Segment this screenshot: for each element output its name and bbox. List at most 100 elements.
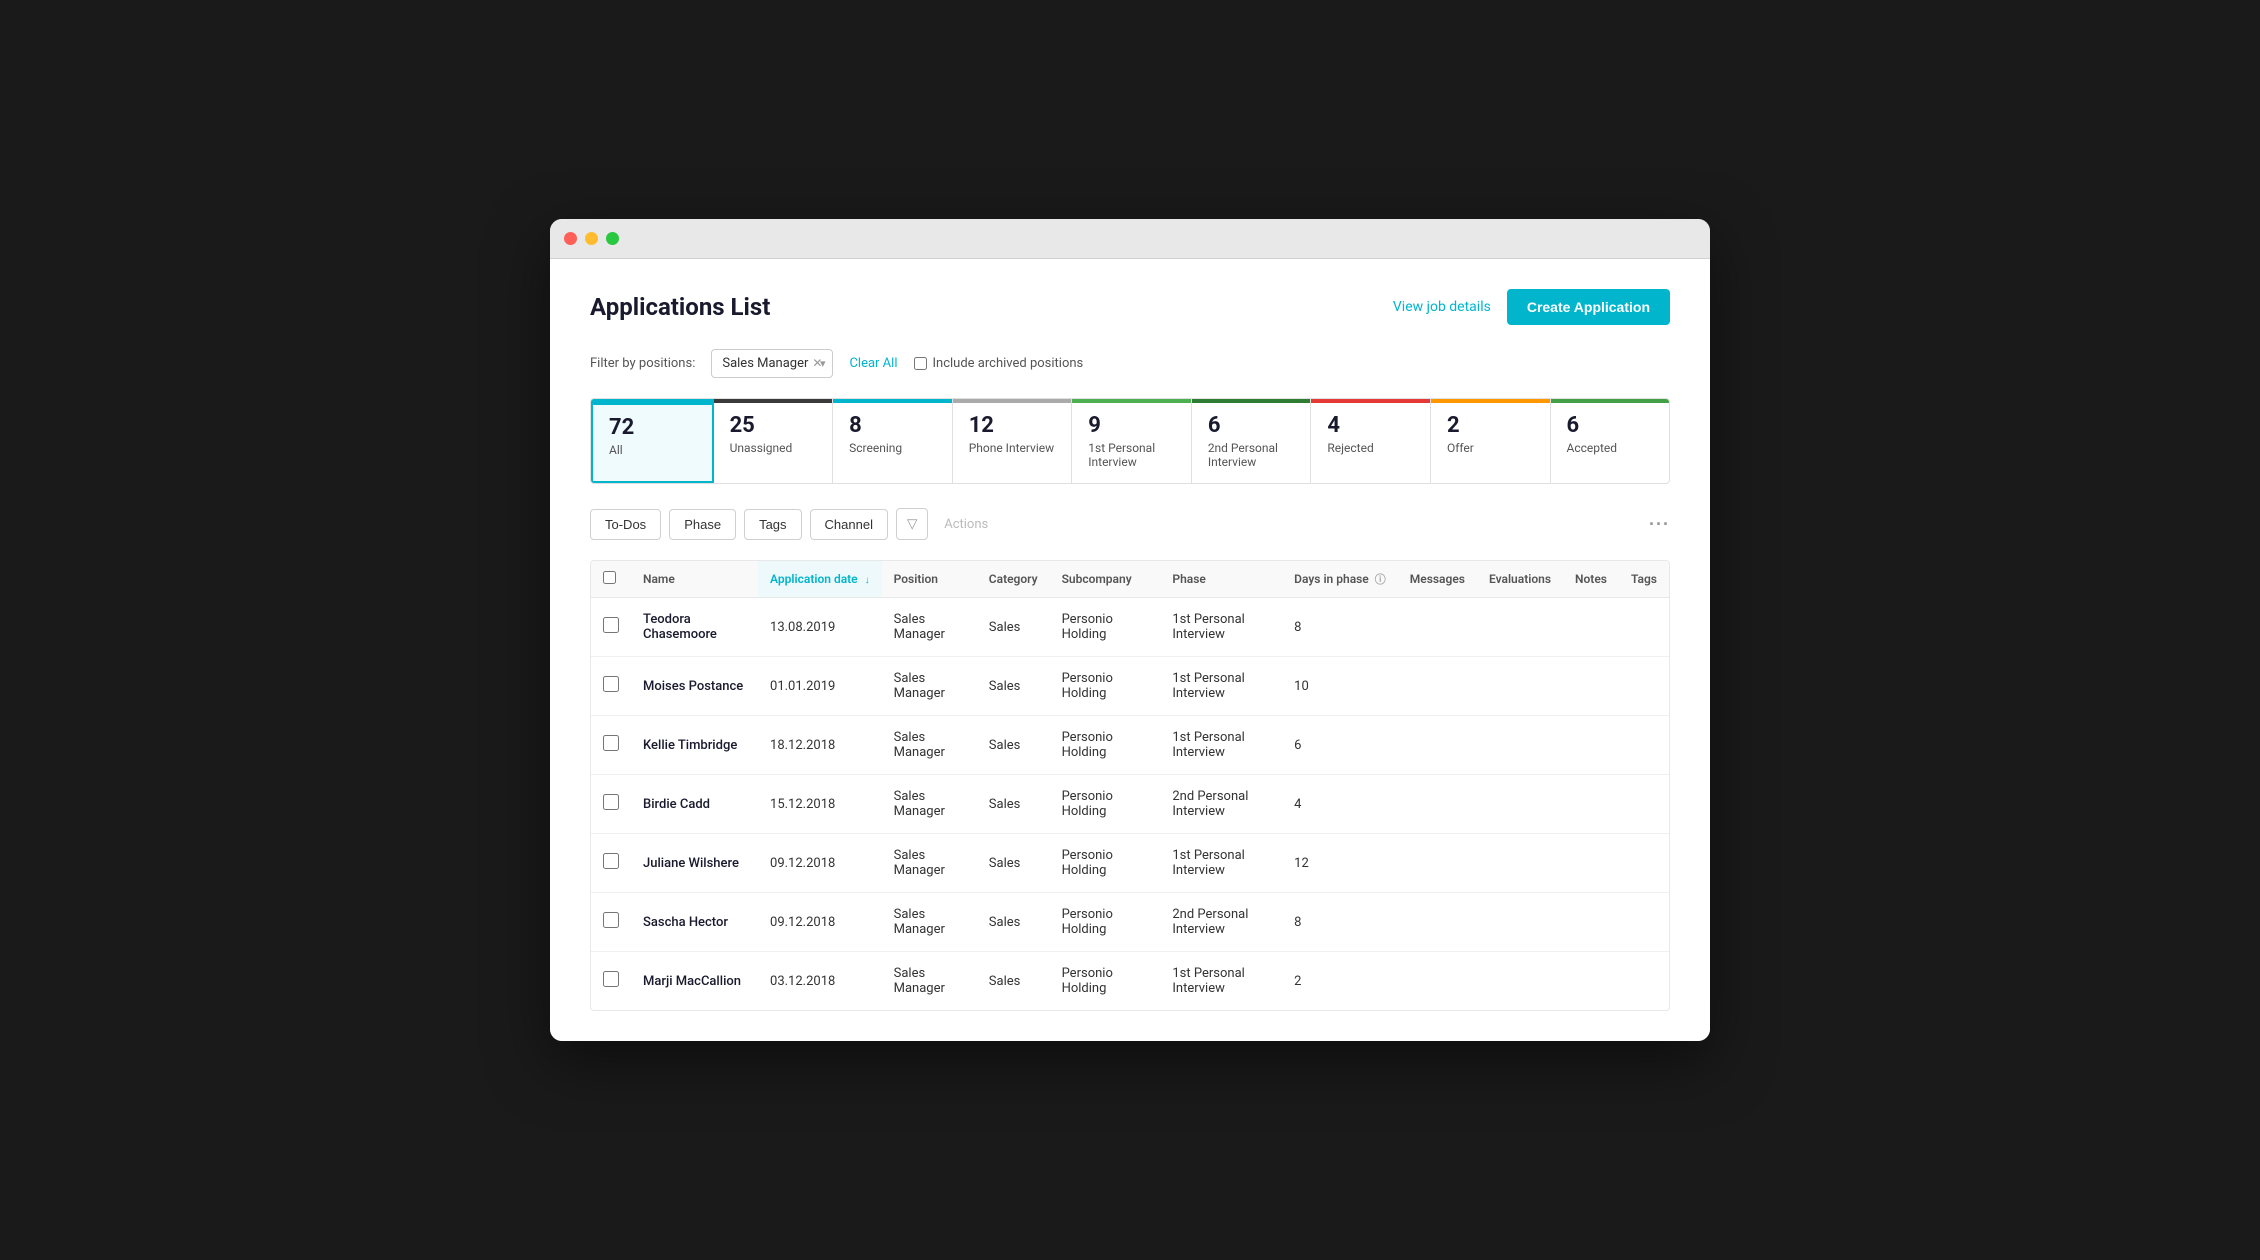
cell-category: Sales [977,834,1050,893]
phase-item-offer[interactable]: 2 Offer [1431,399,1551,483]
main-content: Applications List View job details Creat… [550,259,1710,1041]
row-checkbox-2[interactable] [603,735,619,751]
col-header-notes[interactable]: Notes [1563,561,1619,598]
phase-item-unassigned[interactable]: 25 Unassigned [714,399,834,483]
cell-days_in_phase: 12 [1282,834,1398,893]
table-row[interactable]: Kellie Timbridge18.12.2018Sales ManagerS… [591,716,1669,775]
row-checkbox-3[interactable] [603,794,619,810]
maximize-dot[interactable] [606,232,619,245]
col-header-category[interactable]: Category [977,561,1050,598]
col-header-days_in_phase[interactable]: Days in phase ⓘ [1282,561,1398,598]
page-header: Applications List View job details Creat… [590,289,1670,325]
cell-evaluations [1477,598,1563,657]
phase-num: 9 [1088,413,1175,439]
filter-icon-button[interactable]: ▽ [896,508,928,540]
cell-messages [1398,952,1477,1011]
applications-table-wrapper: NameApplication date ↓PositionCategorySu… [590,560,1670,1011]
cell-notes [1563,952,1619,1011]
phase-name: Screening [849,441,936,455]
cell-evaluations [1477,657,1563,716]
filter-tag[interactable]: Sales Manager ✕ ▾ [711,349,833,378]
info-icon: ⓘ [1375,573,1386,586]
cell-app_date: 09.12.2018 [758,834,882,893]
col-header-phase[interactable]: Phase [1160,561,1282,598]
filter-row: Filter by positions: Sales Manager ✕ ▾ C… [590,349,1670,378]
view-job-link[interactable]: View job details [1393,299,1491,315]
table-row[interactable]: Sascha Hector09.12.2018Sales ManagerSale… [591,893,1669,952]
phase-num: 6 [1208,413,1295,439]
cell-days_in_phase: 10 [1282,657,1398,716]
table-row[interactable]: Birdie Cadd15.12.2018Sales ManagerSalesP… [591,775,1669,834]
cell-name: Moises Postance [631,657,758,716]
phase-name: Accepted [1567,441,1654,455]
row-checkbox-0[interactable] [603,617,619,633]
cell-subcompany: Personio Holding [1050,657,1161,716]
cell-app_date: 18.12.2018 [758,716,882,775]
col-header-tags[interactable]: Tags [1619,561,1669,598]
cell-subcompany: Personio Holding [1050,834,1161,893]
filter-tag-remove-icon[interactable]: ✕ [812,356,822,370]
applications-table: NameApplication date ↓PositionCategorySu… [591,561,1669,1010]
table-row[interactable]: Moises Postance01.01.2019Sales ManagerSa… [591,657,1669,716]
create-application-button[interactable]: Create Application [1507,289,1670,325]
cell-messages [1398,716,1477,775]
cell-app_date: 03.12.2018 [758,952,882,1011]
cell-notes [1563,716,1619,775]
cell-notes [1563,775,1619,834]
select-all-checkbox[interactable] [603,571,616,584]
cell-subcompany: Personio Holding [1050,893,1161,952]
table-row[interactable]: Marji MacCallion03.12.2018Sales ManagerS… [591,952,1669,1011]
archive-label[interactable]: Include archived positions [914,356,1084,371]
cell-notes [1563,834,1619,893]
archive-checkbox[interactable] [914,357,927,370]
cell-phase: 2nd Personal Interview [1160,893,1282,952]
phase-name: 1st Personal Interview [1088,441,1175,469]
phase-item-all[interactable]: 72 All [591,399,714,483]
filter-select-wrapper: Sales Manager ✕ ▾ [711,349,833,378]
phase-button[interactable]: Phase [669,509,736,540]
filter-tag-text: Sales Manager [722,356,808,371]
cell-phase: 1st Personal Interview [1160,598,1282,657]
titlebar [550,219,1710,259]
phase-num: 4 [1327,413,1414,439]
cell-position: Sales Manager [882,716,977,775]
row-checkbox-4[interactable] [603,853,619,869]
cell-category: Sales [977,893,1050,952]
toolbar: To-Dos Phase Tags Channel ▽ Actions ··· [590,508,1670,540]
phase-item-phone-interview[interactable]: 12 Phone Interview [953,399,1073,483]
phase-stats-bar: 72 All 25 Unassigned 8 Screening 12 Phon… [590,398,1670,484]
cell-name: Marji MacCallion [631,952,758,1011]
channel-button[interactable]: Channel [810,509,888,540]
todos-button[interactable]: To-Dos [590,509,661,540]
col-header-messages[interactable]: Messages [1398,561,1477,598]
phase-item-2nd-personal-interview[interactable]: 6 2nd Personal Interview [1192,399,1312,483]
phase-item-rejected[interactable]: 4 Rejected [1311,399,1431,483]
phase-item-1st-personal-interview[interactable]: 9 1st Personal Interview [1072,399,1192,483]
table-row[interactable]: Teodora Chasemoore13.08.2019Sales Manage… [591,598,1669,657]
more-options-button[interactable]: ··· [1649,514,1670,535]
phase-num: 6 [1567,413,1654,439]
archive-text: Include archived positions [933,356,1084,371]
cell-days_in_phase: 2 [1282,952,1398,1011]
col-header-name[interactable]: Name [631,561,758,598]
row-checkbox-1[interactable] [603,676,619,692]
row-checkbox-5[interactable] [603,912,619,928]
cell-tags [1619,834,1669,893]
phase-item-accepted[interactable]: 6 Accepted [1551,399,1670,483]
close-dot[interactable] [564,232,577,245]
cell-category: Sales [977,952,1050,1011]
col-header-app_date[interactable]: Application date ↓ [758,561,882,598]
phase-item-screening[interactable]: 8 Screening [833,399,953,483]
minimize-dot[interactable] [585,232,598,245]
col-header-evaluations[interactable]: Evaluations [1477,561,1563,598]
cell-subcompany: Personio Holding [1050,598,1161,657]
row-checkbox-6[interactable] [603,971,619,987]
col-header-subcompany[interactable]: Subcompany [1050,561,1161,598]
phase-name: 2nd Personal Interview [1208,441,1295,469]
tags-button[interactable]: Tags [744,509,801,540]
filter-icon: ▽ [907,516,917,531]
clear-all-link[interactable]: Clear All [849,356,897,371]
cell-evaluations [1477,716,1563,775]
table-row[interactable]: Juliane Wilshere09.12.2018Sales ManagerS… [591,834,1669,893]
col-header-position[interactable]: Position [882,561,977,598]
